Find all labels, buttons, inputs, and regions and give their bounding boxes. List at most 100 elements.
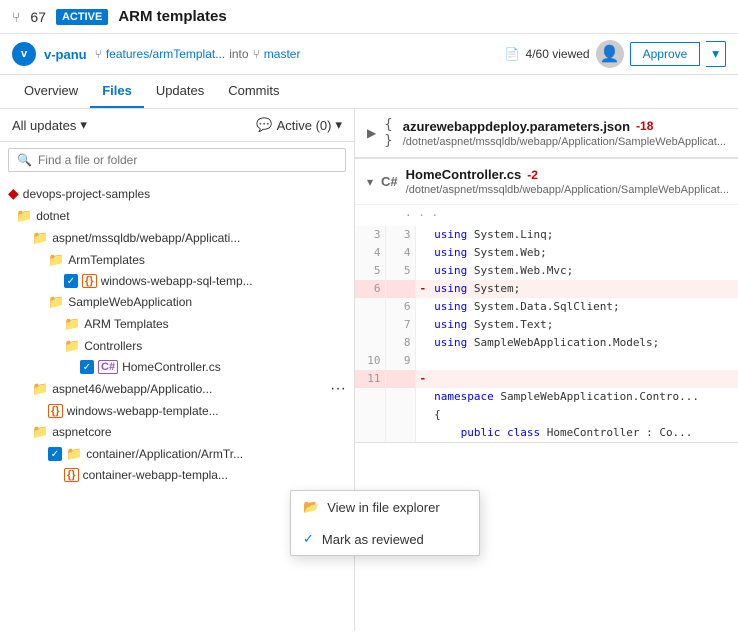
- context-menu-reviewed-label: Mark as reviewed: [322, 532, 355, 547]
- context-menu-item-reviewed[interactable]: ✓ Mark as reviewed: [291, 523, 355, 555]
- line-content: using System;: [430, 280, 737, 298]
- line-num-old: [355, 334, 385, 352]
- tab-overview[interactable]: Overview: [12, 75, 90, 108]
- avatar: v: [12, 42, 36, 66]
- list-item[interactable]: {} windows-webapp-template...: [0, 401, 354, 421]
- tree-item-label: aspnetcore: [52, 425, 111, 439]
- list-item[interactable]: 📁 aspnetcore: [0, 421, 354, 443]
- file-icon: 📄: [505, 47, 520, 61]
- pr-title: ARM templates: [118, 8, 226, 25]
- tree-item-label: container-webapp-templa...: [83, 468, 228, 482]
- folder-icon: 📁: [16, 208, 32, 224]
- all-updates-dropdown[interactable]: All updates ▾: [12, 117, 87, 133]
- tree-item-label: windows-webapp-template...: [67, 404, 219, 418]
- approve-button[interactable]: Approve: [630, 42, 701, 66]
- tree-root-item[interactable]: ◆ devops-project-samples: [0, 182, 354, 205]
- approve-dropdown-button[interactable]: ▾: [706, 41, 726, 67]
- file-reviewed-checkbox-2[interactable]: ✓: [80, 360, 94, 374]
- search-icon: 🔍: [17, 153, 32, 167]
- json-file-path: /dotnet/aspnet/mssqldb/webapp/Applicatio…: [403, 136, 726, 148]
- folder-icon: 📁: [48, 294, 64, 310]
- table-row: 11 -: [355, 370, 738, 388]
- expand-icon-cs[interactable]: ▾: [367, 175, 373, 189]
- tab-commits[interactable]: Commits: [216, 75, 291, 108]
- diff-marker: [415, 352, 430, 370]
- line-content: namespace SampleWebApplication.Contro...: [430, 388, 737, 406]
- json-brace-icon: { }: [384, 117, 394, 149]
- list-item[interactable]: 📁 aspnet46/webapp/Applicatio... ···: [0, 377, 354, 401]
- tab-files[interactable]: Files: [90, 75, 144, 108]
- context-menu-item-explorer[interactable]: 📂 View in file explorer: [291, 491, 355, 523]
- comment-icon: 💬: [256, 117, 272, 133]
- table-row: namespace SampleWebApplication.Contro...: [355, 388, 738, 406]
- all-updates-label: All updates: [12, 118, 76, 133]
- diff-marker: [415, 388, 430, 406]
- viewed-info: 📄 4/60 viewed 👤 Approve ▾: [505, 40, 726, 68]
- tree-item-label: ArmTemplates: [68, 253, 145, 267]
- line-content: using SampleWebApplication.Models;: [430, 334, 737, 352]
- tree-item-label: windows-webapp-sql-temp...: [101, 274, 253, 288]
- table-row: public class HomeController : Co...: [355, 424, 738, 442]
- active-badge: ACTIVE: [56, 9, 108, 25]
- diff-marker: [415, 406, 430, 424]
- diff-marker: [415, 424, 430, 442]
- line-num-old: 5: [355, 262, 385, 280]
- table-row: 7 using System.Text;: [355, 316, 738, 334]
- list-item[interactable]: 📁 SampleWebApplication: [0, 291, 354, 313]
- branch-to-icon: ⑂: [253, 47, 260, 61]
- cs-diff-badge: -2: [527, 168, 538, 182]
- main-layout: All updates ▾ 💬 Active (0) ▾ 🔍 ◆ devops-…: [0, 109, 738, 631]
- branch-to[interactable]: master: [264, 47, 301, 61]
- author-name[interactable]: v-panu: [44, 47, 87, 62]
- tab-updates[interactable]: Updates: [144, 75, 216, 108]
- list-item[interactable]: 📁 ArmTemplates: [0, 249, 354, 271]
- table-row: 3 3 using System.Linq;: [355, 226, 738, 244]
- table-row: 6 - using System;: [355, 280, 738, 298]
- search-input[interactable]: [38, 153, 337, 167]
- line-content: using System.Data.SqlClient;: [430, 298, 737, 316]
- file-tree-header: All updates ▾ 💬 Active (0) ▾: [0, 109, 354, 142]
- tree-item-label: ARM Templates: [84, 317, 168, 331]
- context-menu: 📂 View in file explorer ✓ Mark as review…: [290, 490, 355, 556]
- list-item[interactable]: {} container-webapp-templa...: [0, 465, 354, 485]
- active-filter-label: Active (0): [277, 118, 332, 133]
- list-item[interactable]: 📁 ARM Templates: [0, 313, 354, 335]
- table-row: 5 5 using System.Web.Mvc;: [355, 262, 738, 280]
- list-item[interactable]: ✓ 📁 container/Application/ArmTr...: [0, 443, 354, 465]
- context-menu-button[interactable]: ···: [330, 380, 346, 398]
- code-table: 3 3 using System.Linq; 4 4 using System.…: [355, 226, 738, 442]
- tree-item-label: container/Application/ArmTr...: [86, 447, 243, 461]
- json-icon-2: {}: [48, 404, 63, 418]
- line-num-new: [385, 388, 415, 406]
- branch-from[interactable]: features/armTemplat...: [106, 47, 225, 61]
- diff-marker: -: [415, 280, 430, 298]
- csharp-lang-badge: C#: [381, 174, 398, 189]
- list-item[interactable]: ✓ {} windows-webapp-sql-temp...: [0, 271, 354, 291]
- expand-icon[interactable]: ▶: [367, 126, 376, 140]
- top-bar: ⑂ 67 ACTIVE ARM templates: [0, 0, 738, 34]
- json-icon-3: {}: [64, 468, 79, 482]
- list-item[interactable]: ✓ C# HomeController.cs: [0, 357, 354, 377]
- list-item[interactable]: 📁 Controllers: [0, 335, 354, 357]
- diff-marker: [415, 262, 430, 280]
- code-content: · · · 3 3 using System.Linq; 4 4: [355, 205, 738, 442]
- chevron-down-icon: ▾: [80, 117, 87, 133]
- file-reviewed-checkbox[interactable]: ✓: [64, 274, 78, 288]
- dots-row: · · ·: [355, 205, 738, 226]
- tree-item-label: HomeController.cs: [122, 360, 221, 374]
- folder-icon: 📁: [32, 381, 48, 397]
- file-section-cs: ▾ C# HomeController.cs -2 /dotnet/aspnet…: [355, 159, 738, 443]
- json-diff-badge: -18: [636, 119, 653, 133]
- line-num-old: 10: [355, 352, 385, 370]
- file-reviewed-checkbox-3[interactable]: ✓: [48, 447, 62, 461]
- line-num-old: 4: [355, 244, 385, 262]
- line-num-new: 4: [385, 244, 415, 262]
- list-item[interactable]: 📁 dotnet: [0, 205, 354, 227]
- line-num-new: 7: [385, 316, 415, 334]
- list-item[interactable]: 📁 aspnet/mssqldb/webapp/Applicati...: [0, 227, 354, 249]
- active-filter-dropdown[interactable]: 💬 Active (0) ▾: [256, 117, 342, 133]
- table-row: {: [355, 406, 738, 424]
- cs-file-name: HomeController.cs: [406, 167, 522, 182]
- line-content: [430, 370, 737, 388]
- folder-icon: 📁: [66, 446, 82, 462]
